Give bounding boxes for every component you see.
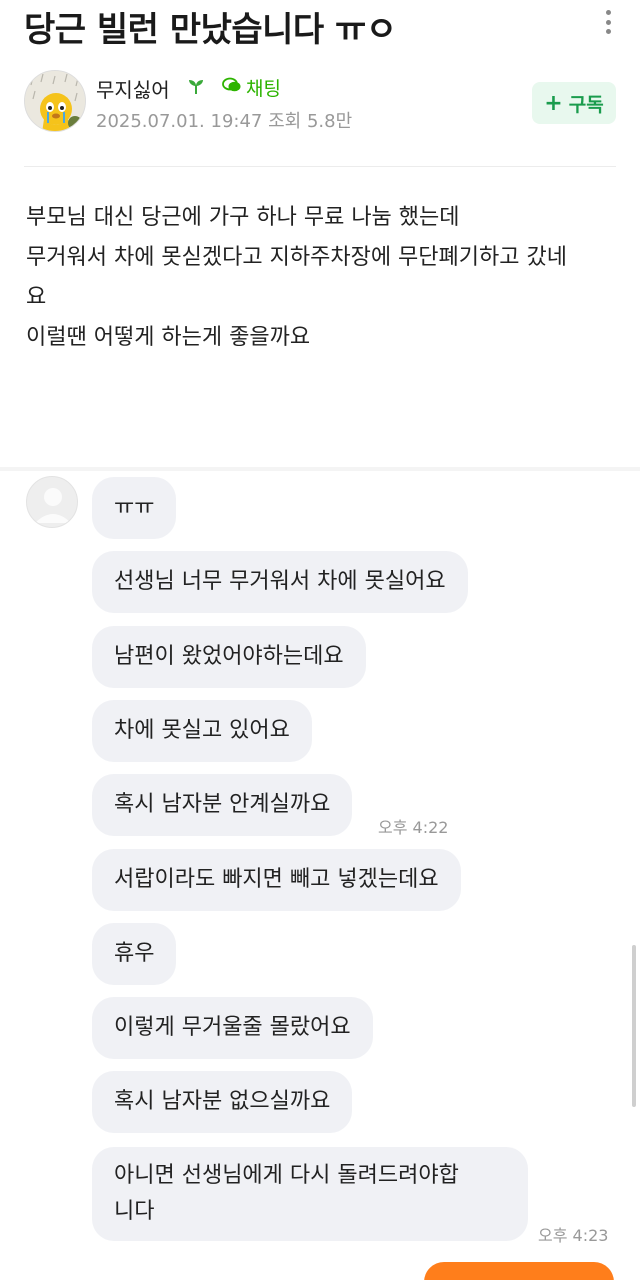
- post-body-line: 부모님 대신 당근에 가구 하나 무료 나눔 했는데: [26, 205, 460, 230]
- avatar[interactable]: [24, 70, 86, 132]
- chat-message: 아니면 선생님에게 다시 돌려드려야합 니다: [92, 1147, 528, 1241]
- chat-message: 남편이 왔었어야하는데요: [92, 626, 366, 688]
- view-count: 조회 5.8만: [268, 111, 353, 132]
- more-vertical-icon[interactable]: [598, 8, 618, 36]
- subscribe-label: 구독: [568, 93, 604, 116]
- divider: [24, 166, 616, 167]
- avatar: [26, 476, 78, 528]
- chat-message: 이렇게 무거울줄 몰랐어요: [92, 997, 373, 1059]
- chat-message: 혹시 남자분 없으실까요: [92, 1071, 353, 1133]
- chat-message: 서랍이라도 빠지면 빼고 넣겠는데요: [92, 849, 461, 911]
- chat-message: ㅠㅠ: [92, 477, 177, 539]
- chat-link[interactable]: 채팅: [222, 74, 281, 101]
- post-date: 2025.07.01. 19:47: [96, 111, 263, 132]
- author-name[interactable]: 무지싫어: [96, 74, 170, 103]
- section-divider: [0, 467, 640, 471]
- scrollbar[interactable]: [632, 945, 636, 1107]
- chat-label: 채팅: [246, 78, 281, 100]
- subscribe-button[interactable]: + 구독: [532, 82, 616, 124]
- orange-button[interactable]: [424, 1262, 614, 1280]
- post-title: 당근 빌런 만났습니다 ㅠㅇ: [24, 10, 397, 50]
- post-meta: 2025.07.01. 19:47 조회 5.8만: [96, 107, 352, 133]
- message-time: 오후 4:22: [378, 818, 449, 837]
- chat-message: 선생님 너무 무거워서 차에 못실어요: [92, 551, 468, 613]
- chat-message-line: 니다: [114, 1199, 155, 1224]
- chat-message: 혹시 남자분 안계실까요: [92, 774, 353, 836]
- post-body-line: 요: [26, 285, 47, 310]
- post-body-line: 무거워서 차에 못싣겠다고 지하주차장에 무단폐기하고 갔네: [26, 245, 567, 270]
- chat-message: 차에 못실고 있어요: [92, 700, 312, 762]
- chat-message-line: 아니면 선생님에게 다시 돌려드려야합: [114, 1163, 459, 1188]
- message-time: 오후 4:23: [538, 1226, 609, 1245]
- post-body-line: 이럴땐 어떻게 하는게 좋을까요: [26, 325, 311, 350]
- chat-message: 휴우: [92, 923, 177, 985]
- post-body: 부모님 대신 당근에 가구 하나 무료 나눔 했는데 무거워서 차에 못싣겠다고…: [26, 198, 618, 358]
- sprout-icon: [186, 76, 206, 100]
- chat-bubble-icon: [222, 76, 242, 99]
- plus-icon: +: [544, 90, 563, 116]
